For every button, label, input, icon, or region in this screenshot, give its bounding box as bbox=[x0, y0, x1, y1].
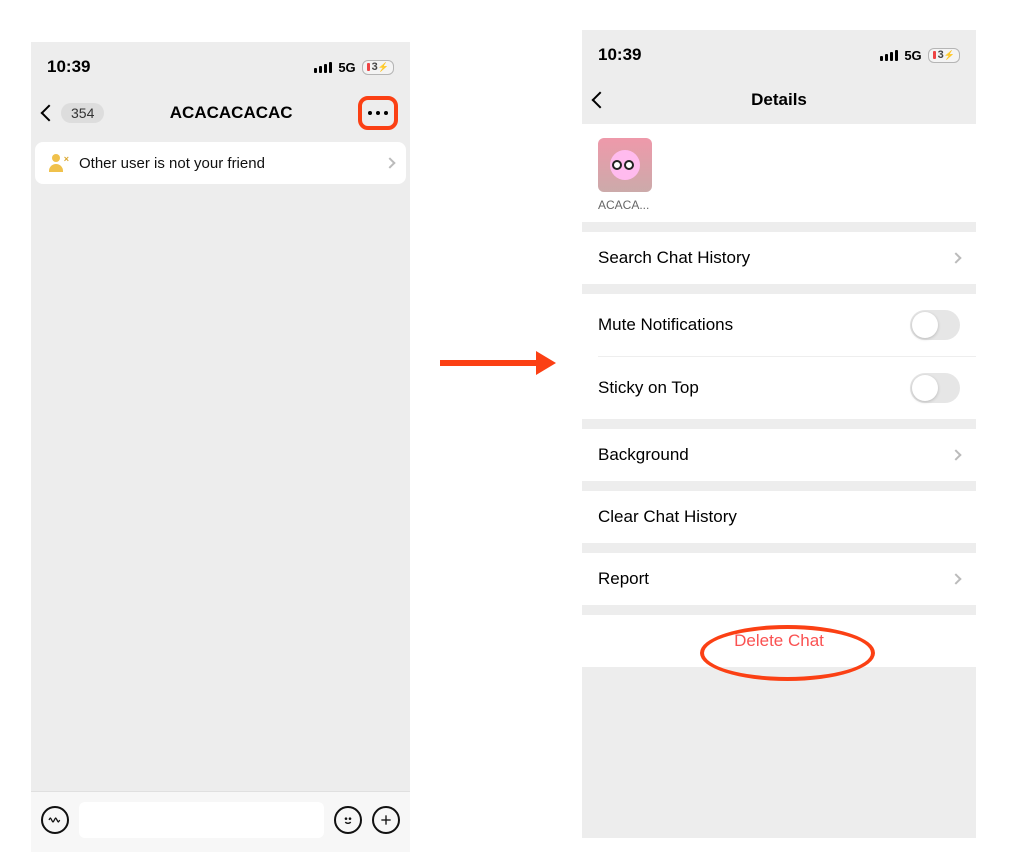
row-label: Clear Chat History bbox=[598, 507, 737, 527]
status-icons: 5G 3⚡ bbox=[880, 48, 960, 63]
battery-icon: 3⚡ bbox=[362, 60, 394, 75]
mute-notifications-row: Mute Notifications bbox=[582, 294, 976, 356]
row-label: Sticky on Top bbox=[598, 378, 699, 398]
report-row[interactable]: Report bbox=[582, 553, 976, 605]
profile-section: ACACA... bbox=[582, 124, 976, 222]
status-bar: 10:39 5G 3⚡ bbox=[582, 30, 976, 76]
section-spacer bbox=[582, 605, 976, 615]
message-input[interactable] bbox=[79, 802, 324, 838]
empty-area bbox=[582, 728, 976, 838]
clear-chat-history-row[interactable]: Clear Chat History bbox=[582, 491, 976, 543]
mute-toggle[interactable] bbox=[910, 310, 960, 340]
chevron-left-icon bbox=[41, 105, 58, 122]
signal-icon bbox=[314, 62, 332, 73]
section-spacer bbox=[582, 284, 976, 294]
avatar-name-label: ACACA... bbox=[598, 198, 652, 212]
sticky-toggle[interactable] bbox=[910, 373, 960, 403]
chat-title: ACACACACAC bbox=[170, 103, 293, 123]
status-icons: 5G 3⚡ bbox=[314, 60, 394, 75]
network-label: 5G bbox=[904, 48, 921, 63]
status-time: 10:39 bbox=[47, 57, 90, 77]
details-title: Details bbox=[582, 90, 976, 110]
friend-notice-row[interactable]: × Other user is not your friend bbox=[35, 142, 406, 184]
row-label: Report bbox=[598, 569, 649, 589]
section-spacer bbox=[582, 481, 976, 491]
row-label: Search Chat History bbox=[598, 248, 750, 268]
section-spacer bbox=[582, 222, 976, 232]
delete-label: Delete Chat bbox=[734, 631, 824, 650]
section-spacer bbox=[582, 543, 976, 553]
unread-count-pill: 354 bbox=[61, 103, 104, 123]
chat-screen: 10:39 5G 3⚡ 354 ACACACACAC × Other user … bbox=[31, 42, 410, 852]
annotation-arrow bbox=[440, 360, 540, 366]
sticky-on-top-row: Sticky on Top bbox=[598, 356, 976, 419]
attach-button[interactable] bbox=[372, 806, 400, 834]
back-button[interactable]: 354 bbox=[43, 103, 104, 123]
chevron-right-icon bbox=[950, 252, 961, 263]
section-spacer bbox=[582, 419, 976, 429]
not-friend-icon: × bbox=[47, 152, 69, 174]
network-label: 5G bbox=[338, 60, 355, 75]
chevron-right-icon bbox=[384, 157, 395, 168]
battery-icon: 3⚡ bbox=[928, 48, 960, 63]
background-row[interactable]: Background bbox=[582, 429, 976, 481]
details-screen: 10:39 5G 3⚡ Details ACACA... Search Chat… bbox=[582, 30, 976, 838]
user-avatar[interactable] bbox=[598, 138, 652, 192]
search-chat-history-row[interactable]: Search Chat History bbox=[582, 232, 976, 284]
voice-input-button[interactable] bbox=[41, 806, 69, 834]
more-options-button[interactable] bbox=[358, 96, 398, 130]
chevron-right-icon bbox=[950, 449, 961, 460]
row-label: Background bbox=[598, 445, 689, 465]
delete-chat-button[interactable]: Delete Chat bbox=[582, 615, 976, 667]
row-label: Mute Notifications bbox=[598, 315, 733, 335]
signal-icon bbox=[880, 50, 898, 61]
details-nav-bar: Details bbox=[582, 76, 976, 124]
friend-notice-text: Other user is not your friend bbox=[79, 155, 376, 172]
emoji-button[interactable] bbox=[334, 806, 362, 834]
chevron-right-icon bbox=[950, 573, 961, 584]
status-bar: 10:39 5G 3⚡ bbox=[31, 42, 410, 88]
status-time: 10:39 bbox=[598, 45, 641, 65]
chat-input-bar bbox=[31, 791, 410, 852]
chat-nav-bar: 354 ACACACACAC bbox=[31, 88, 410, 142]
